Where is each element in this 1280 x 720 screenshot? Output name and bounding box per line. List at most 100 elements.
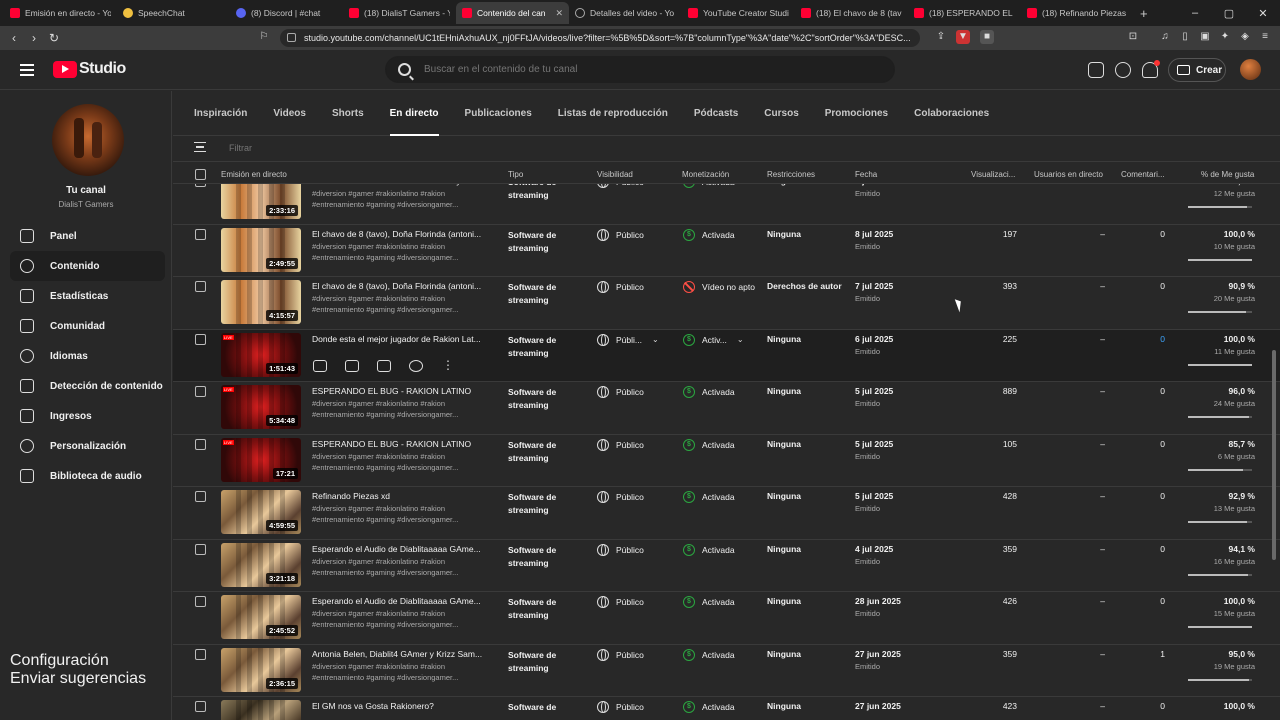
- tab-en-directo[interactable]: En directo: [389, 91, 439, 136]
- video-title[interactable]: El chavo de 8 (tavo), Doña Florinda (ant…: [312, 229, 484, 239]
- tab-shorts[interactable]: Shorts: [332, 91, 364, 136]
- tab-cursos[interactable]: Cursos: [764, 91, 798, 136]
- row-checkbox[interactable]: [195, 596, 206, 607]
- vpn-icon[interactable]: ◈: [1238, 30, 1252, 44]
- messages-icon[interactable]: [1088, 62, 1104, 78]
- select-all-checkbox[interactable]: [195, 169, 206, 180]
- monetization-cell[interactable]: $ Activada: [683, 543, 735, 556]
- table-row[interactable]: LIVE 1:51:43 Donde esta el mejor jugador d…: [173, 329, 1280, 382]
- video-title[interactable]: El chavo de 8 (tavo), Doña Florinda (ant…: [312, 281, 484, 291]
- tab-inspiración[interactable]: Inspiración: [194, 91, 247, 136]
- monetization-cell[interactable]: $ Activada: [683, 228, 735, 241]
- bookmark-icon[interactable]: ⚐: [257, 30, 271, 44]
- search-box[interactable]: [385, 56, 895, 83]
- forward-icon[interactable]: ›: [24, 31, 44, 45]
- video-thumbnail[interactable]: 4:59:55: [221, 490, 301, 534]
- visibility-cell[interactable]: Público: [597, 228, 644, 241]
- visibility-cell[interactable]: Público: [597, 386, 644, 398]
- video-thumbnail[interactable]: 2:36:15: [221, 647, 301, 692]
- monetization-cell[interactable]: $ Activada: [683, 491, 735, 503]
- sidebar-item-comunidad[interactable]: Comunidad: [10, 311, 165, 341]
- visibility-cell[interactable]: Público: [597, 648, 644, 661]
- notifications-icon[interactable]: [1142, 60, 1160, 78]
- monetization-cell[interactable]: $ Activada: [683, 596, 735, 608]
- browser-tab[interactable]: Detalles del video - Yo: [569, 2, 682, 24]
- visibility-cell[interactable]: Público: [597, 543, 644, 556]
- tab-listas-de-reproducción[interactable]: Listas de reproducción: [558, 91, 668, 136]
- monetization-icon[interactable]: [409, 359, 423, 372]
- back-icon[interactable]: ‹: [4, 31, 24, 45]
- browser-tab[interactable]: YouTube Creator Studi: [682, 2, 795, 24]
- close-tab-icon[interactable]: ✕: [555, 8, 563, 19]
- share-icon[interactable]: ⇪: [934, 30, 948, 44]
- visibility-cell[interactable]: Público: [597, 184, 644, 188]
- video-thumbnail[interactable]: LIVE 17:21: [221, 437, 301, 482]
- menu-icon[interactable]: ≡: [1258, 30, 1272, 44]
- tab-publicaciones[interactable]: Publicaciones: [465, 91, 532, 136]
- ai-icon[interactable]: ✦: [1218, 30, 1232, 44]
- col-live-viewers[interactable]: Usuarios en directo: [1034, 170, 1103, 179]
- video-thumbnail[interactable]: LIVE 5:34:48: [221, 385, 301, 429]
- sidebar-item-ingresos[interactable]: Ingresos: [10, 401, 165, 431]
- col-likes[interactable]: % de Me gusta: [1201, 170, 1254, 179]
- video-thumbnail[interactable]: LIVE 1:51:43: [221, 332, 301, 377]
- new-tab-icon[interactable]: +: [1140, 6, 1148, 21]
- video-thumbnail[interactable]: 2:49:55: [221, 227, 301, 272]
- monetization-cell[interactable]: $ Activ... ⌄: [683, 333, 744, 346]
- row-checkbox[interactable]: [195, 281, 206, 292]
- sidebar-item-detección-de-contenido[interactable]: Detección de contenido: [10, 371, 165, 401]
- minimize-icon[interactable]: –: [1178, 7, 1212, 19]
- video-title[interactable]: Donde esta el mejor jugador de Rakion La…: [312, 334, 484, 344]
- extension-icon[interactable]: ▼: [956, 30, 970, 44]
- col-views[interactable]: Visualizaci...: [971, 170, 1015, 179]
- table-row[interactable]: 4:59:55 Refinando Piezas xd #diversion #ga…: [173, 487, 1280, 540]
- col-type[interactable]: Tipo: [508, 170, 523, 179]
- video-title[interactable]: Refinando Piezas xd: [312, 491, 484, 501]
- chevron-down-icon[interactable]: ⌄: [737, 335, 744, 344]
- filter-icon[interactable]: [194, 142, 206, 152]
- url-field[interactable]: studio.youtube.com/channel/UC1tEHniAxhuA…: [280, 29, 920, 47]
- visibility-cell[interactable]: Público: [597, 596, 644, 608]
- monetization-cell[interactable]: Vídeo no apto: [683, 281, 755, 293]
- visibility-cell[interactable]: Público: [597, 701, 644, 713]
- visibility-cell[interactable]: Públi... ⌄: [597, 333, 659, 346]
- monetization-cell[interactable]: $ Activada: [683, 701, 735, 713]
- site-info-icon[interactable]: [287, 33, 296, 42]
- close-window-icon[interactable]: ✕: [1246, 7, 1280, 20]
- video-thumbnail[interactable]: 4:15:57: [221, 280, 301, 324]
- visibility-cell[interactable]: Público: [597, 491, 644, 503]
- browser-tab[interactable]: Contenido del can ✕: [456, 2, 569, 24]
- browser-tab[interactable]: (18) El chavo de 8 (tav: [795, 2, 908, 24]
- sidebar-item-estadísticas[interactable]: Estadísticas: [10, 281, 165, 311]
- comments-value[interactable]: 0: [1133, 334, 1165, 344]
- hamburger-menu-icon[interactable]: [20, 64, 34, 76]
- sidebar-item-contenido[interactable]: Contenido: [10, 251, 165, 281]
- screenshot-icon[interactable]: ⊡: [1126, 30, 1140, 44]
- video-title[interactable]: Nos Vamos a la Ciudad de la Amistad y De…: [312, 184, 484, 186]
- col-restrictions[interactable]: Restricciones: [767, 170, 815, 179]
- row-checkbox[interactable]: [195, 648, 206, 660]
- chevron-down-icon[interactable]: ⌄: [652, 335, 659, 344]
- col-comments[interactable]: Comentari...: [1121, 170, 1165, 179]
- row-checkbox[interactable]: [195, 491, 206, 502]
- col-stream[interactable]: Emisión en directo: [221, 170, 287, 179]
- table-row[interactable]: LIVE 17:21 ESPERANDO EL BUG - RAKION LATIN…: [173, 435, 1280, 487]
- monetization-cell[interactable]: $ Activada: [683, 184, 735, 188]
- table-row[interactable]: LIVE 5:34:48 ESPERANDO EL BUG - RAKION LAT…: [173, 382, 1280, 435]
- browser-tab[interactable]: SpeechChat: [117, 2, 230, 24]
- table-row[interactable]: 4:15:57 El chavo de 8 (tavo), Doña Florin…: [173, 277, 1280, 330]
- sidebar-item-enviar-sugerencias[interactable]: Enviar sugerencias: [10, 670, 165, 688]
- studio-logo[interactable]: Studio: [53, 60, 126, 78]
- col-visibility[interactable]: Visibilidad: [597, 170, 633, 179]
- edit-icon[interactable]: [313, 359, 327, 372]
- maximize-icon[interactable]: ▢: [1212, 7, 1246, 20]
- row-checkbox[interactable]: [195, 386, 206, 397]
- extension-badge-icon[interactable]: ■: [980, 30, 994, 44]
- create-button[interactable]: Crear: [1168, 58, 1226, 82]
- comments-icon[interactable]: [377, 359, 391, 372]
- reload-icon[interactable]: ↻: [44, 31, 64, 45]
- video-title[interactable]: El GM nos va Gosta Rakionero?: [312, 701, 484, 711]
- browser-tab[interactable]: Emisión en directo - Yo: [4, 2, 117, 24]
- col-monetization[interactable]: Monetización: [682, 170, 729, 179]
- browser-tab[interactable]: (18) DialisT Gamers - Yo: [343, 2, 456, 24]
